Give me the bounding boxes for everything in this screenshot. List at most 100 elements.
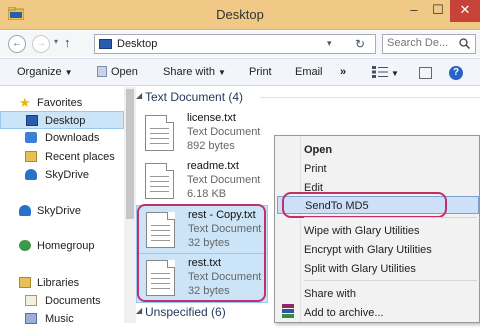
nav-recent-places[interactable]: Recent places: [0, 148, 124, 166]
search-icon[interactable]: [459, 38, 470, 49]
archive-icon: [282, 304, 294, 318]
file-type: Text Document: [187, 174, 261, 186]
email-button[interactable]: Email: [295, 66, 323, 78]
nav-desktop[interactable]: Desktop: [0, 111, 124, 129]
help-icon[interactable]: ?: [449, 66, 463, 80]
menu-item-label: Split with Glary Utilities: [304, 263, 416, 275]
file-name: license.txt: [187, 112, 236, 124]
address-row: ← → ▾ ↑ Desktop ▾ ↻: [0, 31, 480, 57]
nav-label: Downloads: [45, 132, 100, 144]
search-box[interactable]: [382, 34, 476, 54]
menu-item-print[interactable]: Print: [302, 160, 479, 178]
address-dropdown-icon[interactable]: ▾: [327, 38, 332, 49]
nav-documents[interactable]: Documents: [0, 292, 124, 310]
menu-item-label: Add to archive...: [304, 307, 384, 319]
collapse-icon[interactable]: ◢: [136, 306, 142, 315]
organize-label: Organize: [17, 66, 62, 78]
menu-item-label: Share with: [304, 288, 356, 300]
group-header-text-document[interactable]: ◢ Text Document (4): [136, 88, 480, 106]
file-size: 892 bytes: [187, 140, 235, 152]
address-path: Desktop: [117, 38, 158, 50]
text-document-icon: [145, 115, 174, 151]
documents-icon: [25, 295, 37, 306]
file-type: Text Document: [187, 126, 261, 138]
more-commands-button[interactable]: »: [340, 66, 346, 78]
back-button[interactable]: ←: [8, 35, 26, 53]
maximize-button[interactable]: ☐: [424, 0, 452, 22]
menu-item-encrypt[interactable]: Encrypt with Glary Utilities: [302, 241, 479, 259]
nav-label: Music: [45, 313, 74, 325]
search-input[interactable]: [387, 37, 455, 49]
collapse-icon[interactable]: ◢: [136, 91, 142, 100]
chevron-down-icon: ▼: [217, 68, 226, 77]
navigation-pane: ★ Favorites Desktop Downloads Recent pla…: [0, 87, 124, 325]
nav-libraries[interactable]: Libraries: [0, 274, 124, 292]
nav-skydrive[interactable]: SkyDrive: [0, 202, 124, 220]
nav-favorites[interactable]: ★ Favorites: [0, 94, 124, 112]
print-button[interactable]: Print: [249, 66, 272, 78]
menu-item-split[interactable]: Split with Glary Utilities: [302, 260, 479, 278]
group-label: Unspecified (6): [145, 305, 226, 319]
homegroup-icon: [19, 240, 31, 251]
menu-item-share-with[interactable]: Share with: [302, 285, 479, 303]
desktop-icon: [26, 115, 38, 126]
open-button[interactable]: Open: [97, 66, 138, 78]
nav-homegroup[interactable]: Homegroup: [0, 237, 124, 255]
nav-skydrive-favorite[interactable]: SkyDrive: [0, 166, 124, 184]
nav-label: SkyDrive: [45, 169, 90, 181]
annotation-highlight: [282, 192, 447, 218]
annotation-highlight: [137, 204, 266, 302]
organize-button[interactable]: Organize ▼: [17, 66, 73, 78]
nav-label: Recent places: [45, 151, 115, 163]
file-name: readme.txt: [187, 160, 239, 172]
cloud-icon: [19, 205, 31, 216]
navigation-scrollbar[interactable]: [124, 87, 136, 323]
preview-pane-icon[interactable]: [419, 67, 432, 79]
nav-label: SkyDrive: [37, 205, 82, 217]
star-icon: ★: [19, 95, 31, 110]
menu-item-label: Open: [304, 144, 333, 156]
scrollbar-thumb[interactable]: [126, 89, 134, 219]
recent-places-icon: [25, 151, 37, 162]
menu-item-label: Encrypt with Glary Utilities: [304, 244, 432, 256]
menu-item-label: Wipe with Glary Utilities: [304, 225, 420, 237]
downloads-icon: [25, 132, 37, 143]
forward-button[interactable]: →: [32, 35, 50, 53]
address-bar[interactable]: Desktop ▾ ↻: [94, 34, 376, 54]
view-options-icon: [372, 66, 388, 78]
file-item[interactable]: license.txt Text Document 892 bytes: [136, 109, 268, 159]
up-button[interactable]: ↑: [64, 35, 71, 50]
command-bar: Organize ▼ Open Share with ▼ Print Email »…: [0, 58, 480, 86]
nav-downloads[interactable]: Downloads: [0, 129, 124, 147]
cloud-icon: [25, 169, 37, 180]
file-item[interactable]: readme.txt Text Document 6.18 KB: [136, 157, 268, 207]
share-with-button[interactable]: Share with ▼: [163, 66, 226, 78]
nav-music[interactable]: Music: [0, 310, 124, 328]
menu-item-add-to-archive[interactable]: Add to archive...: [302, 304, 479, 322]
close-button[interactable]: ✕: [450, 0, 480, 22]
nav-label: Favorites: [37, 97, 83, 109]
share-with-label: Share with: [163, 66, 215, 78]
refresh-icon[interactable]: ↻: [355, 37, 365, 51]
menu-separator: [304, 217, 477, 218]
menu-icon-gutter: [275, 136, 301, 322]
libraries-icon: [19, 277, 31, 288]
chevron-down-icon: ▼: [391, 69, 399, 78]
recent-locations-dropdown[interactable]: ▾: [54, 37, 58, 46]
change-view-button[interactable]: ▼: [372, 66, 399, 79]
context-menu: Open Print Edit SendTo MD5 Wipe with Gla…: [274, 135, 480, 323]
notepad-icon: [97, 66, 107, 77]
nav-label: Homegroup: [37, 240, 95, 252]
desktop-icon: [99, 39, 112, 49]
nav-label: Desktop: [45, 115, 86, 127]
music-icon: [25, 313, 37, 324]
group-label: Text Document (4): [145, 90, 244, 104]
menu-item-open[interactable]: Open: [302, 141, 479, 159]
menu-separator: [304, 280, 477, 281]
title-bar: Desktop – ☐ ✕: [0, 0, 480, 30]
group-divider: [260, 97, 480, 98]
nav-label: Documents: [45, 295, 101, 307]
menu-item-wipe[interactable]: Wipe with Glary Utilities: [302, 222, 479, 240]
menu-item-label: Print: [304, 163, 327, 175]
text-document-icon: [145, 163, 174, 199]
